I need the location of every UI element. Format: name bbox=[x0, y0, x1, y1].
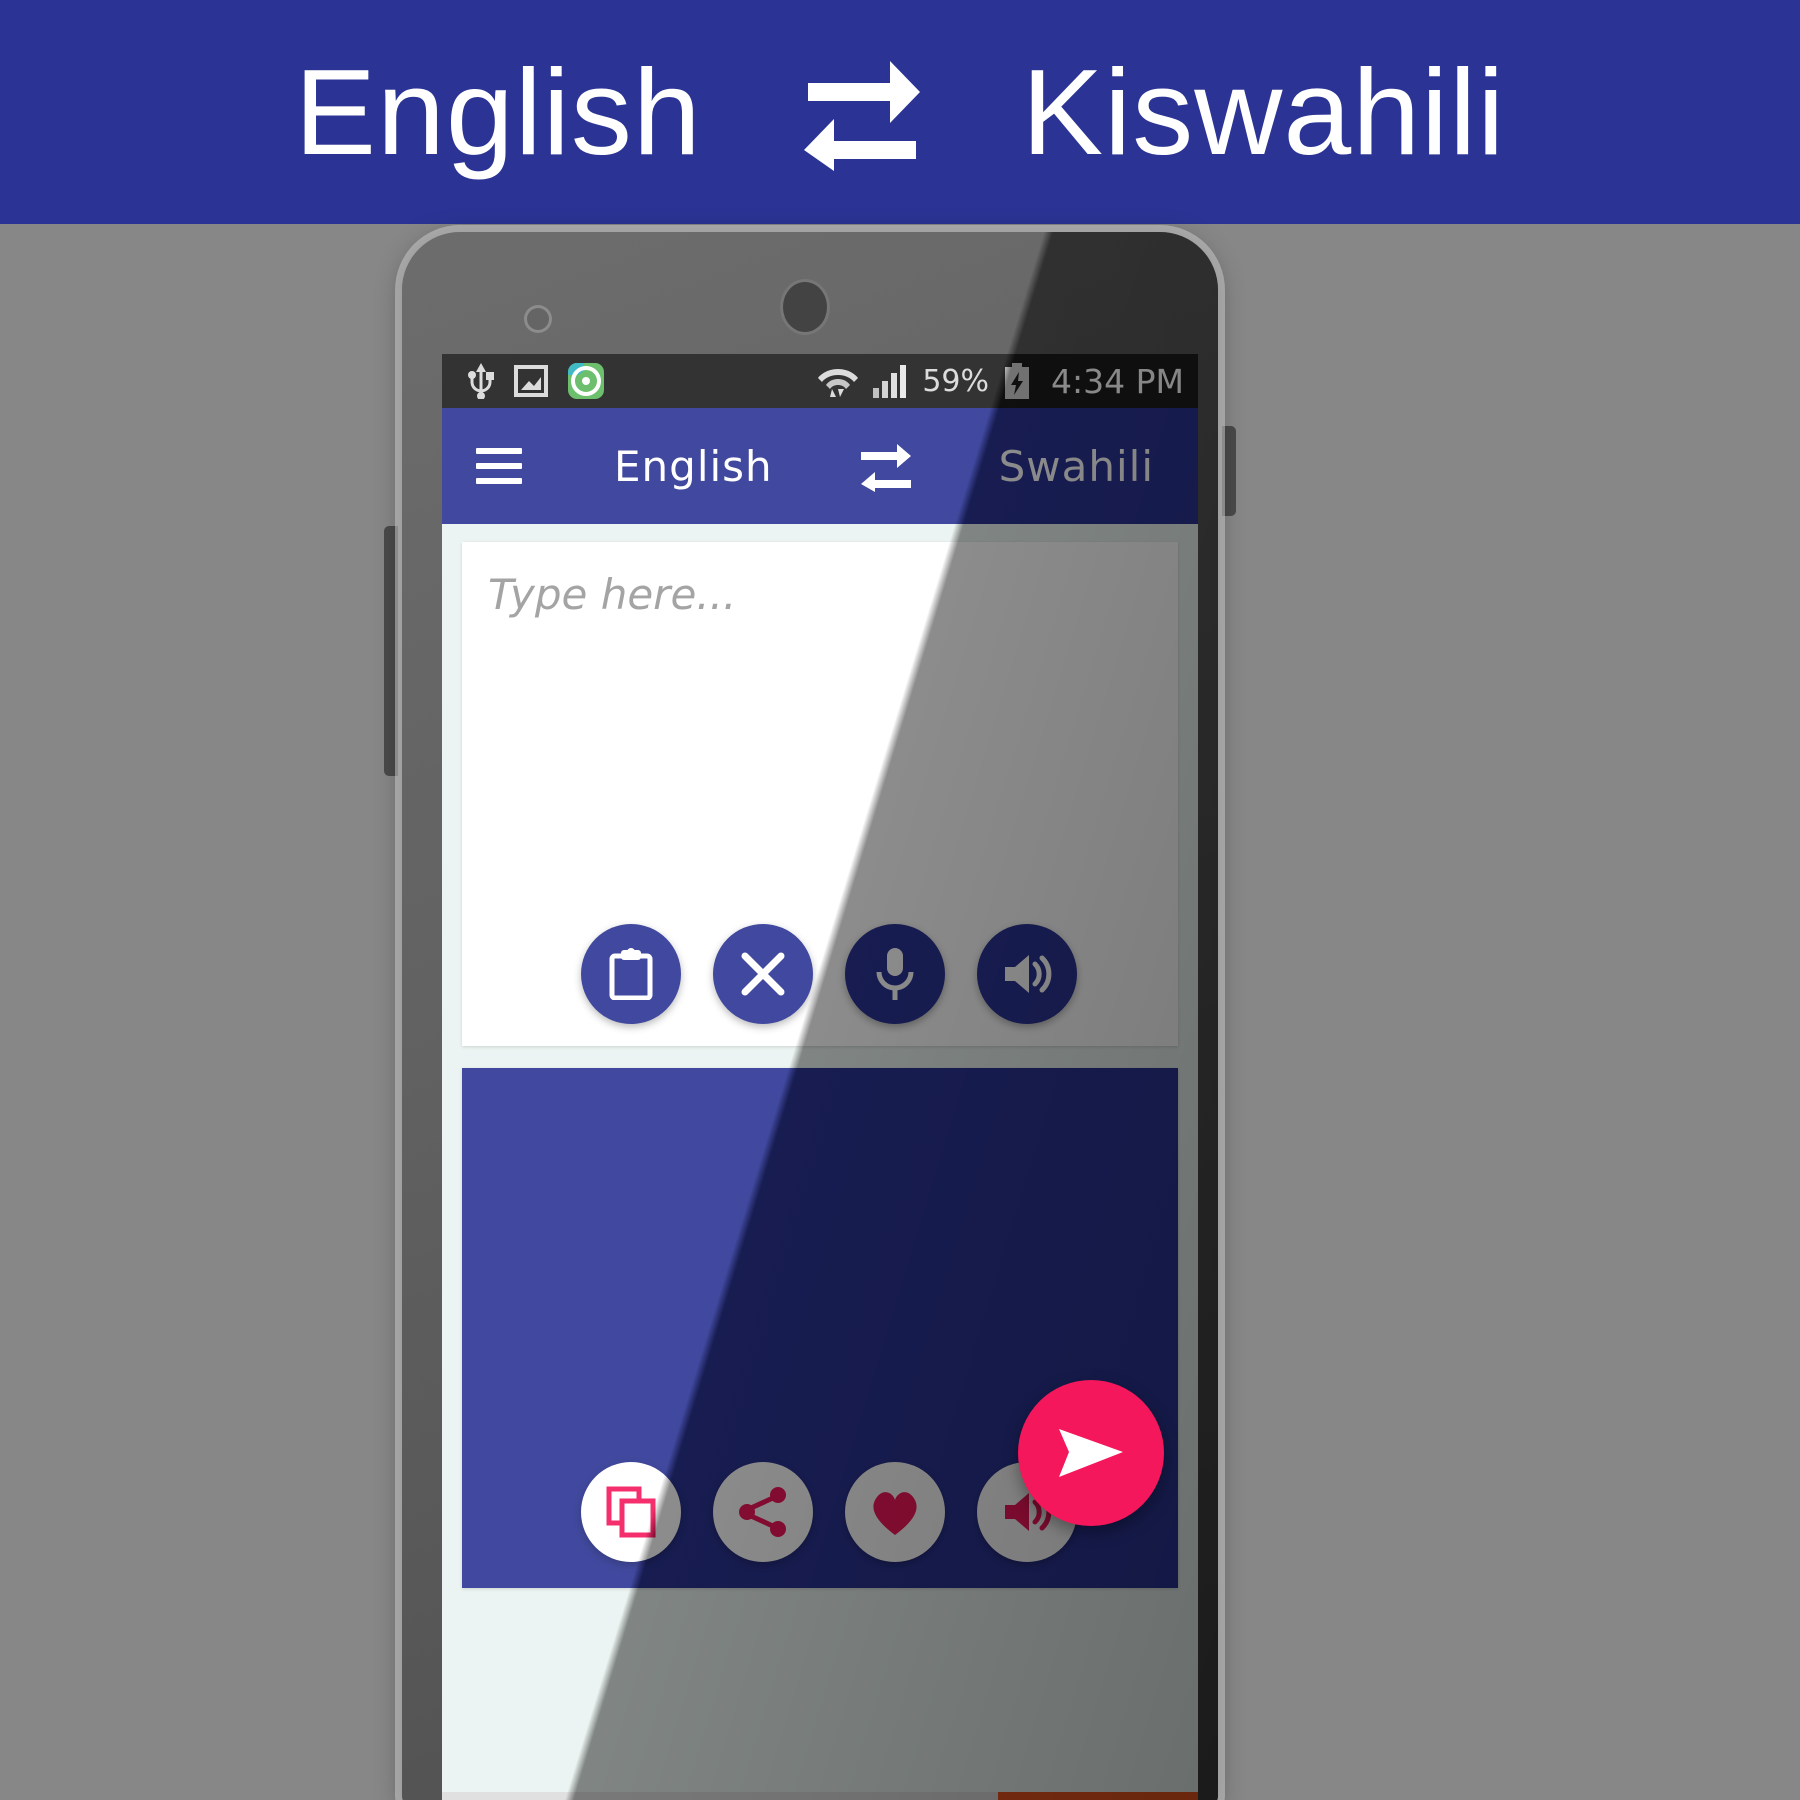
toolbar-target-language[interactable]: Swahili bbox=[999, 442, 1154, 491]
swap-arrows-icon bbox=[802, 52, 922, 172]
screenshot-icon bbox=[514, 365, 548, 397]
status-bar-left-icons bbox=[468, 363, 604, 399]
source-text-card: Type here... bbox=[462, 542, 1178, 1046]
app-store-promo-screenshot: English Kiswahili 59% 4:34 PM English Sw… bbox=[0, 0, 1800, 1800]
front-camera-icon bbox=[780, 279, 830, 335]
hamburger-menu-icon[interactable] bbox=[476, 448, 522, 484]
source-action-row bbox=[462, 924, 1178, 1024]
toolbar-source-language[interactable]: English bbox=[614, 442, 773, 491]
battery-percent-label: 59% bbox=[922, 363, 990, 399]
phone-mockup: 59% 4:34 PM English Swahili Type here... bbox=[384, 226, 1236, 1800]
battery-charging-icon bbox=[1005, 363, 1030, 399]
favorite-button[interactable] bbox=[845, 1462, 945, 1562]
bottom-ad-strip bbox=[442, 1792, 1198, 1800]
app-body: Type here... bbox=[442, 524, 1198, 1800]
promo-banner: English Kiswahili bbox=[0, 0, 1800, 224]
swap-languages-icon[interactable] bbox=[859, 439, 913, 493]
source-text-input[interactable]: Type here... bbox=[488, 570, 1152, 619]
speak-source-button[interactable] bbox=[977, 924, 1077, 1024]
usb-icon bbox=[468, 363, 494, 399]
send-icon bbox=[1059, 1429, 1123, 1477]
copy-button[interactable] bbox=[581, 1462, 681, 1562]
status-bar-right-icons: 59% 4:34 PM bbox=[818, 362, 1184, 401]
status-bar: 59% 4:34 PM bbox=[442, 354, 1198, 408]
phone-screen: 59% 4:34 PM English Swahili Type here... bbox=[442, 354, 1198, 1800]
green-app-icon bbox=[568, 363, 604, 399]
wifi-icon bbox=[818, 369, 859, 397]
banner-source-language: English bbox=[294, 44, 702, 180]
cellular-signal-icon bbox=[873, 365, 907, 398]
phone-body: 59% 4:34 PM English Swahili Type here... bbox=[402, 232, 1218, 1800]
paste-button[interactable] bbox=[581, 924, 681, 1024]
power-button[interactable] bbox=[1222, 426, 1236, 516]
banner-target-language: Kiswahili bbox=[1021, 44, 1506, 180]
translate-send-button[interactable] bbox=[1018, 1380, 1164, 1526]
clear-button[interactable] bbox=[713, 924, 813, 1024]
status-bar-clock: 4:34 PM bbox=[1051, 361, 1184, 401]
volume-rocker[interactable] bbox=[384, 526, 398, 776]
proximity-sensor-icon bbox=[524, 305, 552, 333]
app-toolbar: English Swahili bbox=[442, 408, 1198, 524]
share-button[interactable] bbox=[713, 1462, 813, 1562]
voice-input-button[interactable] bbox=[845, 924, 945, 1024]
